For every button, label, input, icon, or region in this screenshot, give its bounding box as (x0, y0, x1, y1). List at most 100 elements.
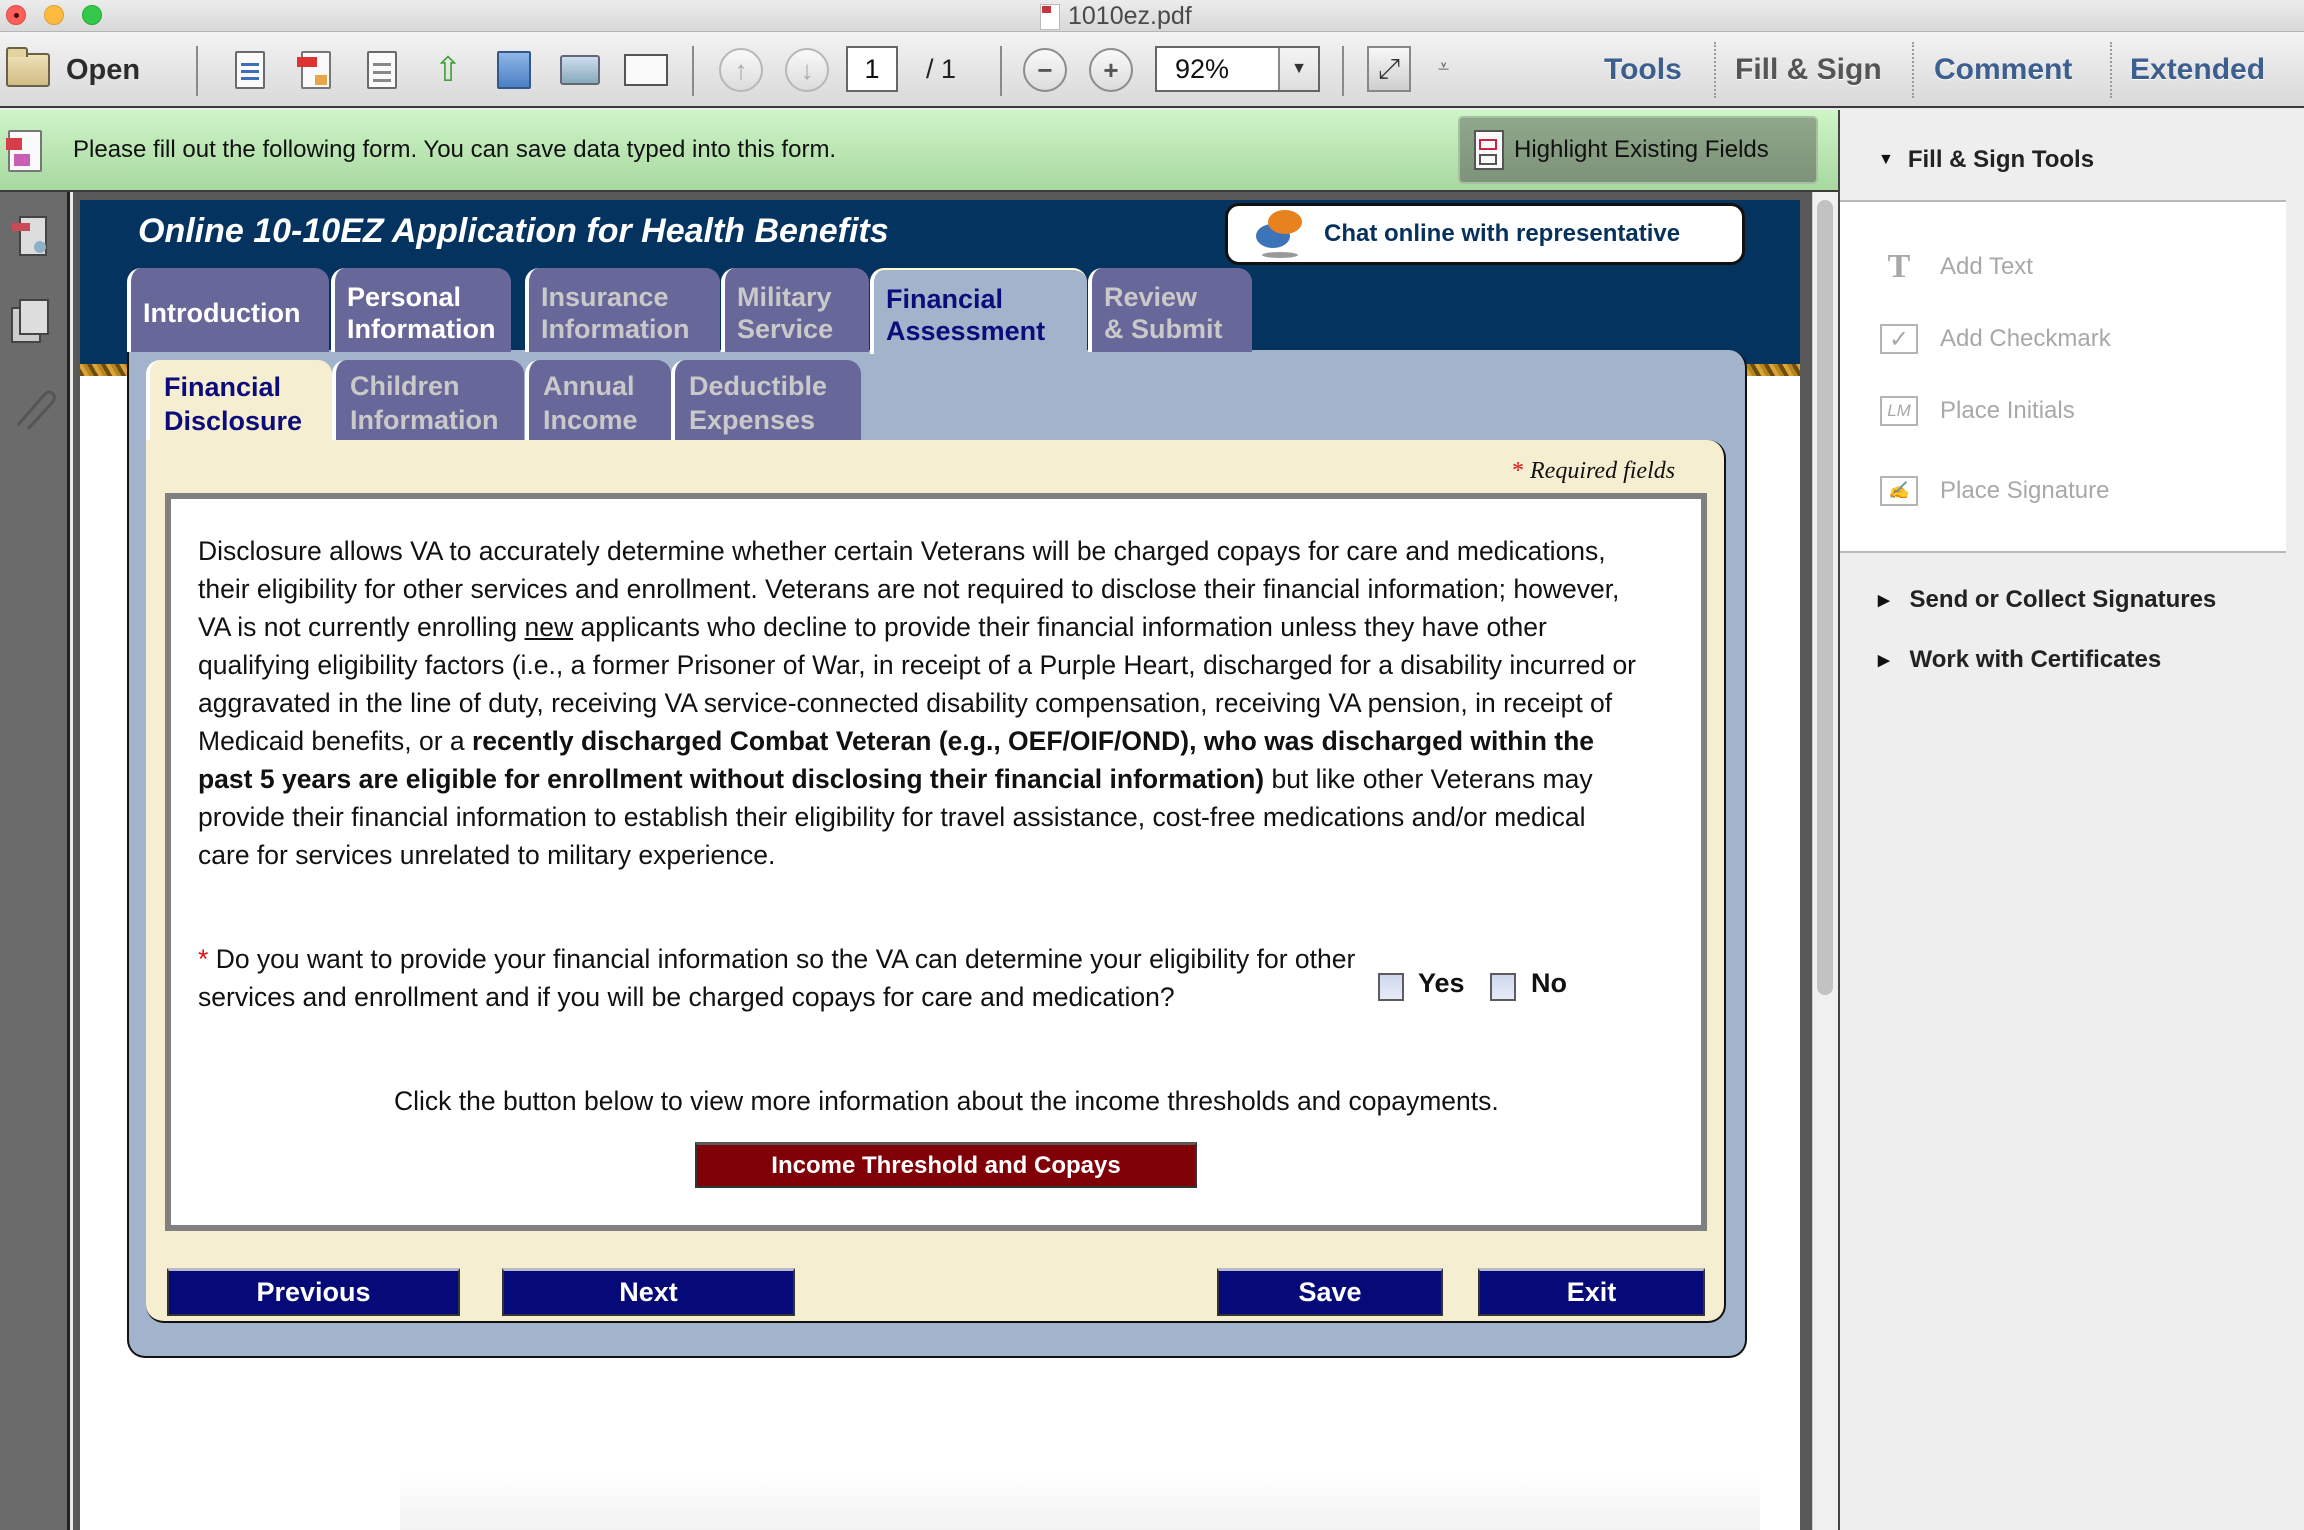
window-minimize-button[interactable] (44, 5, 64, 25)
place-initials-tool[interactable]: LM Place Initials (1880, 396, 2075, 426)
subtab-annual-income[interactable]: Annual Income (525, 360, 671, 442)
zoom-select[interactable]: 92% ▼ (1155, 46, 1320, 92)
section-label: Work with Certificates (1909, 646, 2162, 673)
tab-introduction[interactable]: Introduction (127, 268, 329, 352)
tab-personal-information[interactable]: Personal Information (331, 268, 511, 352)
previous-button[interactable]: Previous (167, 1268, 460, 1316)
save-button[interactable]: Save (1217, 1268, 1443, 1316)
next-button[interactable]: Next (502, 1268, 795, 1316)
add-text-icon: T (1887, 248, 1911, 285)
section-title: Fill & Sign Tools (1907, 146, 2095, 173)
add-checkmark-tool[interactable]: ✓ Add Checkmark (1880, 324, 2111, 354)
tab-financial-assessment[interactable]: Financial Assessment (870, 268, 1087, 354)
zoom-value[interactable]: 92% (1157, 48, 1278, 90)
folder-icon (6, 47, 50, 87)
toolbar-overflow-icon[interactable]: ⩡ (1438, 56, 1449, 79)
toolbar-divider (1912, 42, 1914, 98)
subtab-financial-disclosure[interactable]: Financial Disclosure (146, 360, 332, 444)
place-signature-tool[interactable]: ✍ Place Signature (1880, 476, 2109, 506)
add-text-tool[interactable]: T Add Text (1880, 248, 2033, 285)
tab-label-line2: Information (347, 314, 496, 344)
form-data-nav-button[interactable] (10, 215, 56, 261)
highlight-existing-fields-button[interactable]: Highlight Existing Fields (1458, 116, 1818, 184)
zoom-in-button[interactable]: + (1086, 32, 1136, 108)
plus-icon: + (1089, 48, 1133, 92)
form-notification-bar: Please fill out the following form. You … (0, 110, 1838, 192)
tool-label: Add Text (1940, 253, 2033, 280)
subtab-deductible-expenses[interactable]: Deductible Expenses (671, 360, 861, 442)
fill-sign-tab[interactable]: Fill & Sign (1735, 32, 1882, 108)
highlight-fields-label: Highlight Existing Fields (1514, 136, 1769, 163)
required-star: * (198, 944, 209, 974)
edit-pdf-button[interactable] (354, 32, 410, 108)
window-title-text: 1010ez.pdf (1068, 2, 1192, 30)
page-number-input[interactable]: 1 (846, 46, 898, 92)
export-pdf-button[interactable] (288, 32, 344, 108)
tab-review-submit[interactable]: Review & Submit (1088, 268, 1252, 352)
print-button[interactable] (552, 32, 608, 108)
tab-military-service[interactable]: Military Service (721, 268, 869, 352)
extended-tab[interactable]: Extended (2130, 32, 2265, 108)
previous-page-button[interactable]: ↑ (716, 32, 766, 108)
income-threshold-copays-button[interactable]: Income Threshold and Copays (695, 1142, 1197, 1188)
comment-tab[interactable]: Comment (1934, 32, 2072, 108)
send-collect-signatures-section[interactable]: ▶ Send or Collect Signatures (1878, 586, 2216, 614)
tab-label-line2: Service (737, 314, 834, 344)
no-checkbox[interactable] (1490, 973, 1516, 1001)
open-button[interactable]: Open (6, 32, 140, 108)
page-total: / 1 (926, 53, 957, 84)
minus-icon: − (1023, 48, 1067, 92)
form-icon (6, 130, 42, 172)
fullscreen-button[interactable]: ⤢ (1367, 46, 1411, 92)
pages-nav-button[interactable] (10, 298, 56, 344)
chat-bubbles-icon (1256, 210, 1302, 258)
tab-insurance-information[interactable]: Insurance Information (525, 268, 720, 352)
subtab-label-line1: Deductible (689, 371, 828, 401)
exit-button[interactable]: Exit (1478, 1268, 1705, 1316)
tool-label: Place Signature (1940, 477, 2110, 504)
tab-label-line1: Military (737, 282, 832, 312)
email-icon (624, 54, 668, 86)
zoom-out-button[interactable]: − (1020, 32, 1070, 108)
disclosure-triangle-open-icon: ▼ (1878, 151, 1894, 168)
edit-pdf-icon (367, 51, 397, 89)
paperclip-icon (16, 390, 56, 431)
window-title-bar: 1010ez.pdf (0, 0, 2304, 32)
window-close-button[interactable] (6, 5, 26, 25)
upload-cloud-icon: ⇧ (433, 51, 463, 89)
next-page-button[interactable]: ↓ (782, 32, 832, 108)
window-zoom-button[interactable] (82, 5, 102, 25)
disclosure-triangle-closed-icon: ▶ (1878, 592, 1890, 609)
chevron-down-icon[interactable]: ▼ (1278, 48, 1318, 90)
financial-disclosure-question: * Do you want to provide your financial … (198, 940, 1378, 1016)
create-pdf-button[interactable] (222, 32, 278, 108)
attachments-nav-button[interactable] (10, 385, 56, 431)
initials-icon: LM (1880, 396, 1918, 426)
checkmark-icon: ✓ (1880, 324, 1918, 354)
subtab-label-line1: Children (350, 371, 460, 401)
upload-button[interactable]: ⇧ (420, 32, 476, 108)
tab-label-line2: Assessment (886, 316, 1046, 346)
email-button[interactable] (618, 32, 674, 108)
toolbar-divider (692, 46, 694, 96)
chat-with-representative-button[interactable]: Chat online with representative (1225, 203, 1745, 265)
tools-tab[interactable]: Tools (1604, 32, 1682, 108)
income-info-text: Click the button below to view more info… (394, 1086, 1499, 1116)
subtab-label-line2: Information (350, 405, 499, 435)
toolbar-divider (2110, 42, 2112, 98)
scrollbar-thumb[interactable] (1817, 200, 1833, 995)
export-pdf-icon (297, 51, 331, 89)
form-title: Online 10-10EZ Application for Health Be… (138, 212, 889, 250)
work-with-certificates-section[interactable]: ▶ Work with Certificates (1878, 646, 2161, 674)
arrow-down-icon: ↓ (785, 48, 829, 92)
required-star: * (1512, 458, 1524, 484)
fill-sign-tools-header[interactable]: ▼ Fill & Sign Tools (1878, 146, 2094, 174)
subtab-label-line2: Disclosure (164, 406, 303, 436)
subtab-children-information[interactable]: Children Information (332, 360, 524, 442)
page-shadow (400, 1470, 1760, 1530)
yes-checkbox[interactable] (1378, 973, 1404, 1001)
tab-label-line1: Financial (886, 284, 1004, 314)
window-title: 1010ez.pdf (1040, 2, 1192, 31)
save-file-button[interactable] (486, 32, 542, 108)
expand-arrows-icon: ⤢ (1377, 52, 1401, 84)
